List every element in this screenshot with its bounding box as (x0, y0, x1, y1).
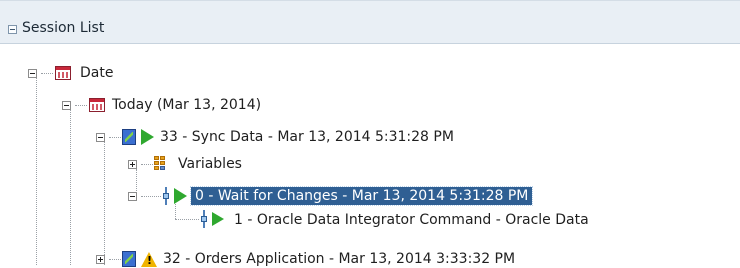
calendar-icon (55, 66, 71, 80)
variables-icon (154, 156, 172, 172)
running-play-icon (212, 212, 224, 226)
tree-connector (109, 137, 121, 138)
tree-connector (175, 204, 176, 219)
task-icon (201, 210, 207, 228)
tree-node-task-1[interactable]: 1 - Oracle Data Integrator Command - Ora… (234, 211, 589, 229)
panel-title: Session List (22, 20, 105, 36)
tree-node-today[interactable]: Today (Mar 13, 2014) (112, 96, 261, 114)
tree-expander-session-33[interactable] (96, 133, 105, 142)
tree-connector (36, 73, 37, 265)
tree-node-step-0[interactable]: 0 - Wait for Changes - Mar 13, 2014 5:31… (189, 186, 534, 206)
tree-node-variables[interactable]: Variables (178, 155, 242, 173)
panel-collapse-button[interactable] (8, 25, 17, 34)
tree-connector (75, 105, 87, 106)
tree-node-date[interactable]: Date (80, 64, 113, 82)
tree-connector (109, 259, 121, 260)
tree-expander-today[interactable] (62, 101, 71, 110)
tree-expander-date[interactable] (28, 69, 37, 78)
session-scenario-icon (122, 129, 136, 145)
tree-connector (41, 73, 53, 74)
session-list-header: Session List (0, 0, 740, 44)
session-tree: Date Today (Mar 13, 2014) 33 - Sync Data… (0, 44, 740, 268)
tree-expander-variables[interactable] (128, 160, 137, 169)
running-play-icon (141, 129, 154, 145)
tree-connector (104, 137, 105, 265)
running-play-icon (174, 188, 187, 204)
tree-connector (141, 164, 153, 165)
calendar-icon (89, 98, 105, 112)
tree-expander-session-32[interactable] (96, 255, 105, 264)
tree-expander-step-0[interactable] (128, 192, 137, 201)
tree-connector (70, 105, 71, 265)
tree-connector (141, 196, 161, 197)
step-icon (163, 187, 169, 205)
tree-node-session-33[interactable]: 33 - Sync Data - Mar 13, 2014 5:31:28 PM (160, 128, 454, 146)
warning-exclamation: ! (147, 254, 153, 267)
tree-connector (175, 219, 199, 220)
tree-node-session-32[interactable]: 32 - Orders Application - Mar 13, 2014 3… (163, 250, 515, 268)
